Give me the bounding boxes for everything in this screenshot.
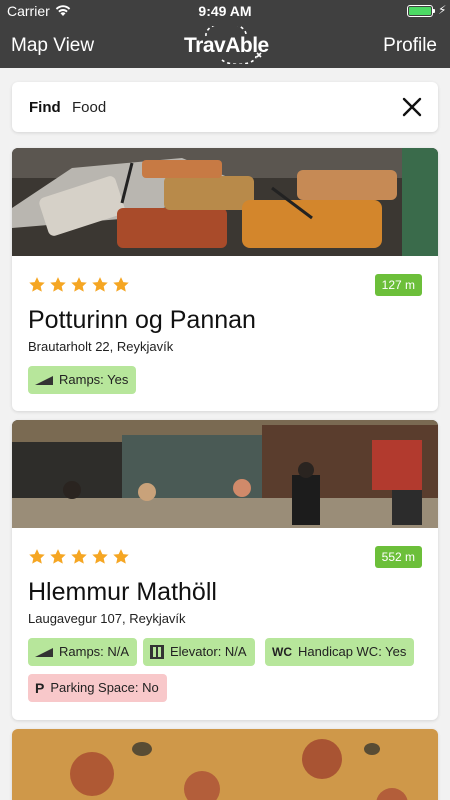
map-view-button[interactable]: Map View bbox=[11, 35, 94, 57]
restaurant-card[interactable]: 127 m Potturinn og Pannan Brautarholt 22… bbox=[12, 148, 438, 411]
star-icon bbox=[50, 549, 66, 564]
app-header: Carrier 9:49 AM ⚡ Map View TravAble Prof… bbox=[0, 0, 450, 68]
ramp-icon bbox=[35, 645, 53, 659]
accessibility-tag: P Parking Space: No bbox=[28, 674, 167, 702]
accessibility-tag: Elevator: N/A bbox=[143, 638, 255, 666]
restaurant-address: Laugavegur 107, Reykjavík bbox=[28, 611, 186, 626]
star-icon bbox=[71, 277, 87, 292]
clock: 9:49 AM bbox=[198, 3, 252, 19]
ramp-icon bbox=[35, 373, 53, 387]
charging-icon: ⚡ bbox=[438, 3, 447, 17]
restaurant-name: Hlemmur Mathöll bbox=[28, 578, 217, 606]
star-icon bbox=[50, 277, 66, 292]
accessibility-tag: Ramps: Yes bbox=[28, 366, 137, 394]
restaurant-photo bbox=[12, 148, 438, 256]
battery-icon bbox=[407, 5, 433, 17]
tag-label: Elevator: N/A bbox=[170, 644, 247, 659]
distance-badge: 552 m bbox=[374, 546, 422, 568]
elevator-icon bbox=[150, 645, 164, 659]
nav-bar: Map View TravAble Profile bbox=[0, 22, 450, 68]
star-icon bbox=[71, 549, 87, 564]
star-icon bbox=[29, 549, 45, 564]
profile-button[interactable]: Profile bbox=[383, 35, 437, 57]
tag-label: Ramps: Yes bbox=[59, 372, 129, 387]
rating-stars bbox=[28, 276, 130, 294]
parking-icon: P bbox=[35, 680, 45, 696]
search-bar[interactable]: Find Food bbox=[12, 82, 438, 132]
restaurant-card[interactable] bbox=[12, 729, 438, 800]
restaurant-card[interactable]: 552 m Hlemmur Mathöll Laugavegur 107, Re… bbox=[12, 420, 438, 720]
restaurant-photo bbox=[12, 420, 438, 528]
star-icon bbox=[113, 549, 129, 564]
star-icon bbox=[113, 277, 129, 292]
tag-label: Parking Space: No bbox=[50, 680, 159, 695]
battery-tip bbox=[433, 9, 435, 13]
wc-icon: WC bbox=[272, 645, 292, 659]
rating-stars bbox=[28, 548, 130, 566]
restaurant-name: Potturinn og Pannan bbox=[28, 306, 256, 334]
app-logo: TravAble bbox=[184, 26, 270, 64]
accessibility-tag: Ramps: N/A bbox=[28, 638, 138, 666]
star-icon bbox=[92, 549, 108, 564]
status-bar: Carrier 9:49 AM ⚡ bbox=[0, 0, 450, 22]
star-icon bbox=[92, 277, 108, 292]
restaurant-photo bbox=[12, 729, 438, 800]
distance-badge: 127 m bbox=[374, 274, 422, 296]
search-input[interactable]: Food bbox=[72, 99, 106, 116]
star-icon bbox=[29, 277, 45, 292]
tag-label: Ramps: N/A bbox=[59, 644, 130, 659]
restaurant-address: Brautarholt 22, Reykjavík bbox=[28, 339, 174, 354]
search-label: Find bbox=[29, 99, 61, 116]
close-icon[interactable] bbox=[400, 95, 424, 119]
tag-label: Handicap WC: Yes bbox=[298, 644, 407, 659]
accessibility-tag: WC Handicap WC: Yes bbox=[265, 638, 415, 666]
logo-text: TravAble bbox=[184, 34, 269, 57]
